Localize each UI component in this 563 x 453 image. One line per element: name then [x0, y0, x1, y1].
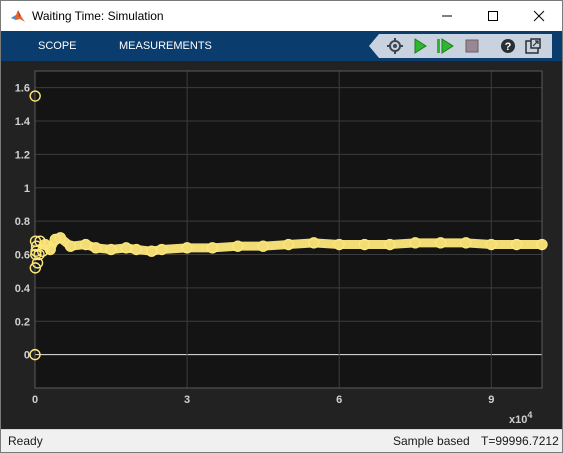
y-tick-label: 0.2 — [15, 316, 30, 328]
status-time: T=99996.7212 — [481, 434, 559, 448]
help-icon: ? — [501, 39, 515, 53]
close-button[interactable] — [516, 1, 562, 31]
maximize-button[interactable] — [470, 1, 516, 31]
status-mode: Sample based — [393, 434, 470, 448]
run-icon — [414, 38, 427, 54]
undock-button[interactable] — [523, 37, 543, 55]
tab-scope[interactable]: SCOPE — [38, 40, 77, 52]
toolstrip: SCOPE MEASUREMENTS ? — [1, 31, 562, 61]
svg-text:?: ? — [505, 41, 512, 53]
y-tick-labels: 0 0.2 0.4 0.6 0.8 1 1.2 1.4 1.6 — [15, 83, 31, 362]
tab-measurements[interactable]: MEASUREMENTS — [119, 40, 212, 52]
axes-background — [35, 71, 542, 388]
step-forward-button[interactable] — [435, 37, 455, 55]
maximize-icon — [488, 11, 498, 21]
x-tick-label: 9 — [488, 394, 494, 406]
x-multiplier-exponent: 4 — [527, 410, 532, 420]
stop-icon — [465, 39, 479, 53]
configure-button[interactable] — [385, 37, 405, 55]
x-tick-label: 6 — [336, 394, 342, 406]
y-tick-label: 0 — [24, 350, 30, 362]
minimize-icon — [442, 15, 452, 17]
help-button[interactable]: ? — [498, 37, 518, 55]
x-multiplier-base: x10 — [509, 414, 527, 426]
y-tick-label: 0.4 — [15, 283, 31, 295]
close-icon — [533, 10, 545, 22]
stop-button[interactable] — [462, 37, 482, 55]
status-state: Ready — [8, 434, 43, 448]
y-tick-label: 1.2 — [15, 149, 30, 161]
status-bar: Ready Sample based T=99996.7212 — [1, 429, 562, 452]
scope-plot[interactable]: 0 0.2 0.4 0.6 0.8 1 1.2 1.4 1.6 0 3 6 9 x104 — [1, 61, 562, 429]
y-tick-label: 1.4 — [15, 116, 31, 128]
x-tick-labels: 0 3 6 9 — [32, 394, 494, 406]
y-tick-label: 0.8 — [15, 216, 30, 228]
run-button[interactable] — [410, 37, 430, 55]
step-forward-icon — [437, 38, 454, 54]
title-bar[interactable]: Waiting Time: Simulation — [1, 1, 562, 31]
x-axis-multiplier: x104 — [509, 410, 532, 426]
matlab-logo-icon — [10, 8, 26, 24]
scope-display[interactable]: 0 0.2 0.4 0.6 0.8 1 1.2 1.4 1.6 0 3 6 9 x104 — [1, 61, 562, 429]
y-tick-label: 0.6 — [15, 250, 30, 262]
window-title: Waiting Time: Simulation — [32, 9, 164, 23]
y-tick-label: 1.6 — [15, 83, 30, 95]
minimize-button[interactable] — [424, 1, 470, 31]
undock-icon — [525, 38, 541, 54]
quick-access-toolbar: ? — [369, 34, 552, 58]
scope-window: Waiting Time: Simulation SCOPE MEASUREME… — [0, 0, 563, 453]
y-tick-label: 1 — [24, 183, 30, 195]
x-tick-label: 0 — [32, 394, 38, 406]
configure-icon — [387, 38, 403, 54]
x-tick-label: 3 — [184, 394, 190, 406]
